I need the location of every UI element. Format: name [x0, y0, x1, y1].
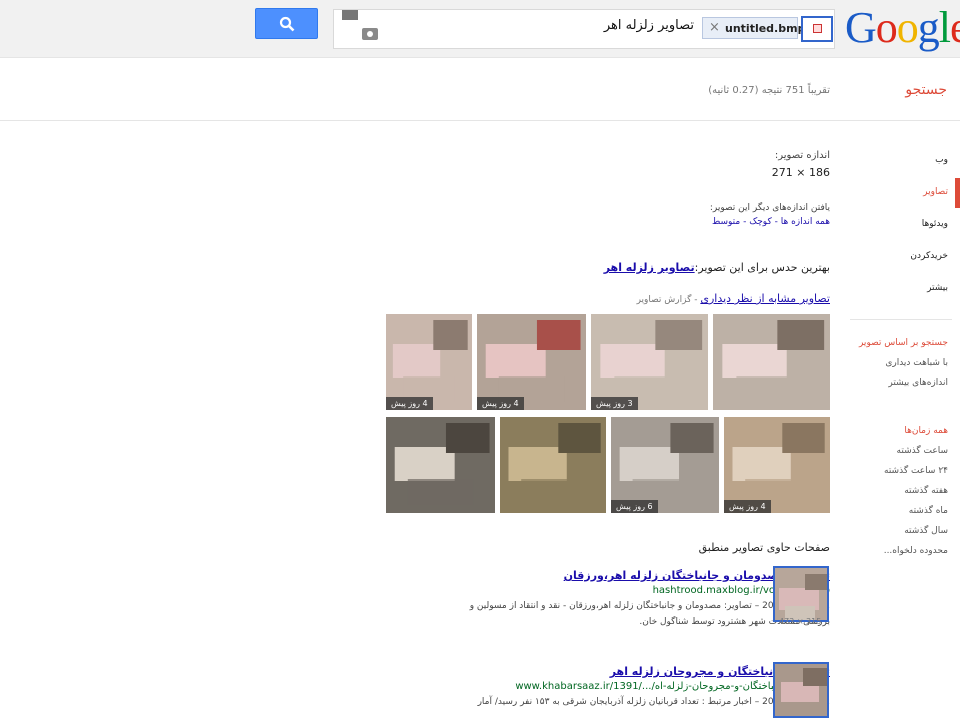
camera-icon[interactable] [362, 28, 378, 40]
other-sizes-links[interactable]: همه اندازه ها - کوچک - متوسط [370, 217, 830, 227]
similar-image-thumbnail[interactable]: 4 روز پیش [386, 314, 472, 410]
sidebar-item-shopping[interactable]: خریدکردن [848, 246, 948, 278]
broken-image-icon [813, 24, 822, 33]
time-past-24h[interactable]: ۲۴ ساعت گذشته [838, 464, 948, 484]
thumbnail-age-caption: 4 روز پیش [386, 397, 433, 410]
logo-letter: o [896, 3, 919, 52]
time-past-week[interactable]: هفته گذشته [838, 484, 948, 504]
logo-letter: e [950, 3, 960, 52]
photo-image [775, 568, 827, 620]
filter-visually-similar[interactable]: با شباهت دیداری [838, 356, 948, 376]
search-input[interactable]: تصاویر زلزله اهر × untitled.bmp [333, 9, 835, 49]
similar-image-thumbnail[interactable] [713, 314, 830, 410]
result-stats: تقریباً 751 نتیجه (0.27 ثانیه) [708, 85, 830, 96]
sidebar-item-videos[interactable]: ویدئوها [848, 214, 948, 246]
logo-letter: G [845, 3, 877, 52]
best-guess-label: بهترین حدس برای این تصویر: [694, 261, 830, 274]
result-url: www.khabarsaaz.ir/1391/.../تصاویر-جانباخ… [515, 681, 830, 692]
other-sizes-label: یافتن اندازه‌های دیگر این تصویر: [709, 203, 830, 213]
result-item: تصاویر/ جانباختگان و مجروحان زلزله اهر w… [420, 665, 830, 710]
similar-images-link[interactable]: تصاویر مشابه از نظر دیداری [700, 292, 830, 305]
photo-image [386, 314, 472, 410]
query-text[interactable]: تصاویر زلزله اهر [604, 18, 694, 33]
best-guess: بهترین حدس برای این تصویر:تصاویر زلزله ا… [370, 261, 830, 274]
image-size-value: 186 × 271 [771, 166, 830, 179]
sidebar-item-web[interactable]: وب [848, 150, 948, 182]
photo-image [611, 417, 719, 513]
sidebar-item-images[interactable]: تصاویر [848, 182, 948, 214]
chip-close-icon[interactable]: × [709, 20, 720, 35]
similar-image-thumbnail[interactable] [386, 417, 495, 513]
photo-image [713, 314, 830, 410]
similar-image-thumbnail[interactable]: 3 روز پیش [591, 314, 708, 410]
search-by-image-group: جستجو بر اساس تصویر با شباهت دیداری اندا… [838, 336, 948, 396]
photo-image [386, 417, 495, 513]
photo-image [591, 314, 708, 410]
filter-more-sizes[interactable]: اندازه‌های بیشتر [838, 376, 948, 396]
result-snippet: 12 آگوست 2012 – تصاویر: مصدومان و جانباخ… [469, 601, 830, 611]
thumbnail-age-caption: 6 روز پیش [611, 500, 658, 513]
photo-image [500, 417, 606, 513]
photo-image [775, 664, 827, 716]
result-image-dims: 473 × 315 [779, 617, 822, 626]
photo-image [477, 314, 586, 410]
image-size-label: اندازه تصویر: [774, 150, 830, 161]
section-title: جستجو [905, 82, 947, 98]
logo-letter: g [917, 3, 940, 52]
sidebar-divider [850, 319, 952, 320]
result-snippet: بررسی مشکلات شهر هشترود توسط شناگول خان. [639, 617, 830, 627]
time-custom-range[interactable]: محدوده دلخواه... [838, 544, 948, 564]
thumbnail-age-caption: 4 روز پیش [477, 397, 524, 410]
similar-image-thumbnail[interactable]: 4 روز پیش [724, 417, 830, 513]
top-bar: تصاویر زلزله اهر × untitled.bmp Google [0, 0, 960, 58]
similar-image-thumbnail[interactable]: 6 روز پیش [611, 417, 719, 513]
time-filter-heading[interactable]: همه زمان‌ها [838, 424, 948, 444]
chip-label: untitled.bmp [725, 22, 806, 35]
active-tab-marker [955, 178, 960, 208]
search-button[interactable] [255, 8, 318, 39]
best-guess-link[interactable]: تصاویر زلزله اهر [604, 261, 695, 274]
report-images-link[interactable]: - گزارش تصاویر [637, 295, 701, 305]
logo-letter: l [938, 3, 951, 52]
divider [0, 120, 960, 121]
query-image-thumbnail[interactable] [801, 16, 833, 42]
google-logo[interactable]: Google [845, 2, 960, 53]
thumbnail-age-caption: 3 روز پیش [591, 397, 638, 410]
sidebar-nav: وب تصاویر ویدئوها خریدکردن بیشتر [848, 150, 948, 310]
result-thumbnail[interactable] [773, 566, 829, 622]
similar-images-grid: 4 روز پیش 4 روز پیش 3 روز پیش 6 روز پیش 4 رو… [386, 314, 830, 513]
logo-letter: o [875, 3, 898, 52]
photo-image [724, 417, 830, 513]
result-snippet: 12 آگوست 2012 – اخبار مرتبط : تعداد قربا… [477, 697, 830, 707]
result-url: hashtrood.maxblog.ir/vote21-2.php [652, 585, 830, 596]
thumbnail-age-caption: 4 روز پیش [724, 500, 771, 513]
time-filter-group: همه زمان‌ها ساعت گذشته ۲۴ ساعت گذشته هفت… [838, 424, 948, 564]
image-query-chip[interactable]: × untitled.bmp [702, 17, 805, 39]
result-thumbnail[interactable] [773, 662, 829, 718]
pages-title: صفحات حاوی تصاویر منطبق [698, 541, 830, 554]
sidebar-item-more[interactable]: بیشتر [848, 278, 948, 310]
result-item: تصاویر: مصدومان و جانباختگان زلزله اهر،و… [420, 569, 830, 630]
similar-image-thumbnail[interactable] [500, 417, 606, 513]
voice-tab-icon [342, 10, 358, 20]
time-past-hour[interactable]: ساعت گذشته [838, 444, 948, 464]
similar-images-header: تصاویر مشابه از نظر دیداری - گزارش تصاوی… [370, 292, 830, 305]
similar-image-thumbnail[interactable]: 4 روز پیش [477, 314, 586, 410]
search-icon [279, 16, 295, 32]
search-by-image-heading: جستجو بر اساس تصویر [858, 338, 948, 348]
time-past-month[interactable]: ماه گذشته [838, 504, 948, 524]
time-past-year[interactable]: سال گذشته [838, 524, 948, 544]
